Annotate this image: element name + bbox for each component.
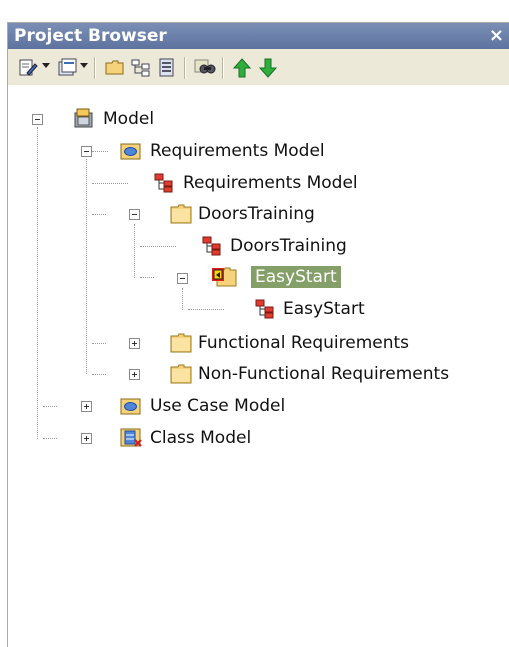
close-button[interactable]: ×: [489, 25, 504, 46]
collapse-doorstraining-toggle[interactable]: [129, 209, 140, 220]
folder-icon: [170, 332, 192, 358]
tree-item-functional-requirements[interactable]: Functional Requirements: [198, 332, 409, 354]
properties-icon[interactable]: [156, 58, 178, 78]
tree-item-use-case-model[interactable]: Use Case Model: [150, 395, 285, 417]
expand-class-model-toggle[interactable]: [81, 433, 92, 444]
folder-locked-icon: [211, 265, 237, 293]
tree-item-requirements-model-diagram[interactable]: Requirements Model: [183, 172, 358, 194]
tree-item-easystart[interactable]: EasyStart: [251, 266, 341, 288]
model-root-icon: [72, 107, 96, 135]
tree-item-doorstraining-diagram[interactable]: DoorsTraining: [230, 235, 347, 257]
tree-item-requirements-model[interactable]: Requirements Model: [150, 140, 325, 162]
new-diagram-dropdown-icon[interactable]: [80, 63, 88, 83]
collapse-easystart-toggle[interactable]: [177, 273, 188, 284]
tree-item-easystart-diagram[interactable]: EasyStart: [283, 298, 365, 320]
folder-icon: [170, 203, 192, 229]
move-up-icon[interactable]: [232, 58, 252, 78]
tree-item-doorstraining[interactable]: DoorsTraining: [198, 203, 315, 225]
title-bar: Project Browser ×: [8, 23, 509, 49]
new-element-icon[interactable]: [18, 58, 40, 78]
tree-item-model[interactable]: Model: [103, 108, 154, 130]
new-element-dropdown-icon[interactable]: [42, 63, 50, 83]
expand-use-case-model-toggle[interactable]: [81, 401, 92, 412]
panel-title: Project Browser: [14, 26, 167, 46]
collapse-requirements-model-toggle[interactable]: [81, 146, 92, 157]
project-browser-panel: Project Browser × Model Requirements Mod…: [7, 22, 509, 647]
toolbar: [8, 49, 509, 85]
collapse-model-toggle[interactable]: [32, 114, 43, 125]
tree-item-non-functional-requirements[interactable]: Non-Functional Requirements: [198, 363, 449, 385]
find-icon[interactable]: [194, 58, 218, 78]
class-package-icon: [120, 426, 142, 452]
new-diagram-icon[interactable]: [56, 58, 78, 78]
package-view-icon: [120, 396, 142, 420]
expand-functional-requirements-toggle[interactable]: [129, 338, 140, 349]
tree-item-class-model[interactable]: Class Model: [150, 427, 251, 449]
folder-icon: [170, 363, 192, 389]
tree-view-icon[interactable]: [130, 58, 152, 78]
diagram-icon: [202, 236, 222, 260]
new-package-icon[interactable]: [104, 58, 126, 78]
expand-non-functional-requirements-toggle[interactable]: [129, 369, 140, 380]
diagram-icon: [255, 299, 275, 323]
project-tree: Model Requirements Model Requirements Mo…: [8, 85, 509, 647]
diagram-icon: [154, 173, 174, 197]
move-down-icon[interactable]: [258, 58, 278, 78]
package-view-icon: [120, 141, 142, 165]
